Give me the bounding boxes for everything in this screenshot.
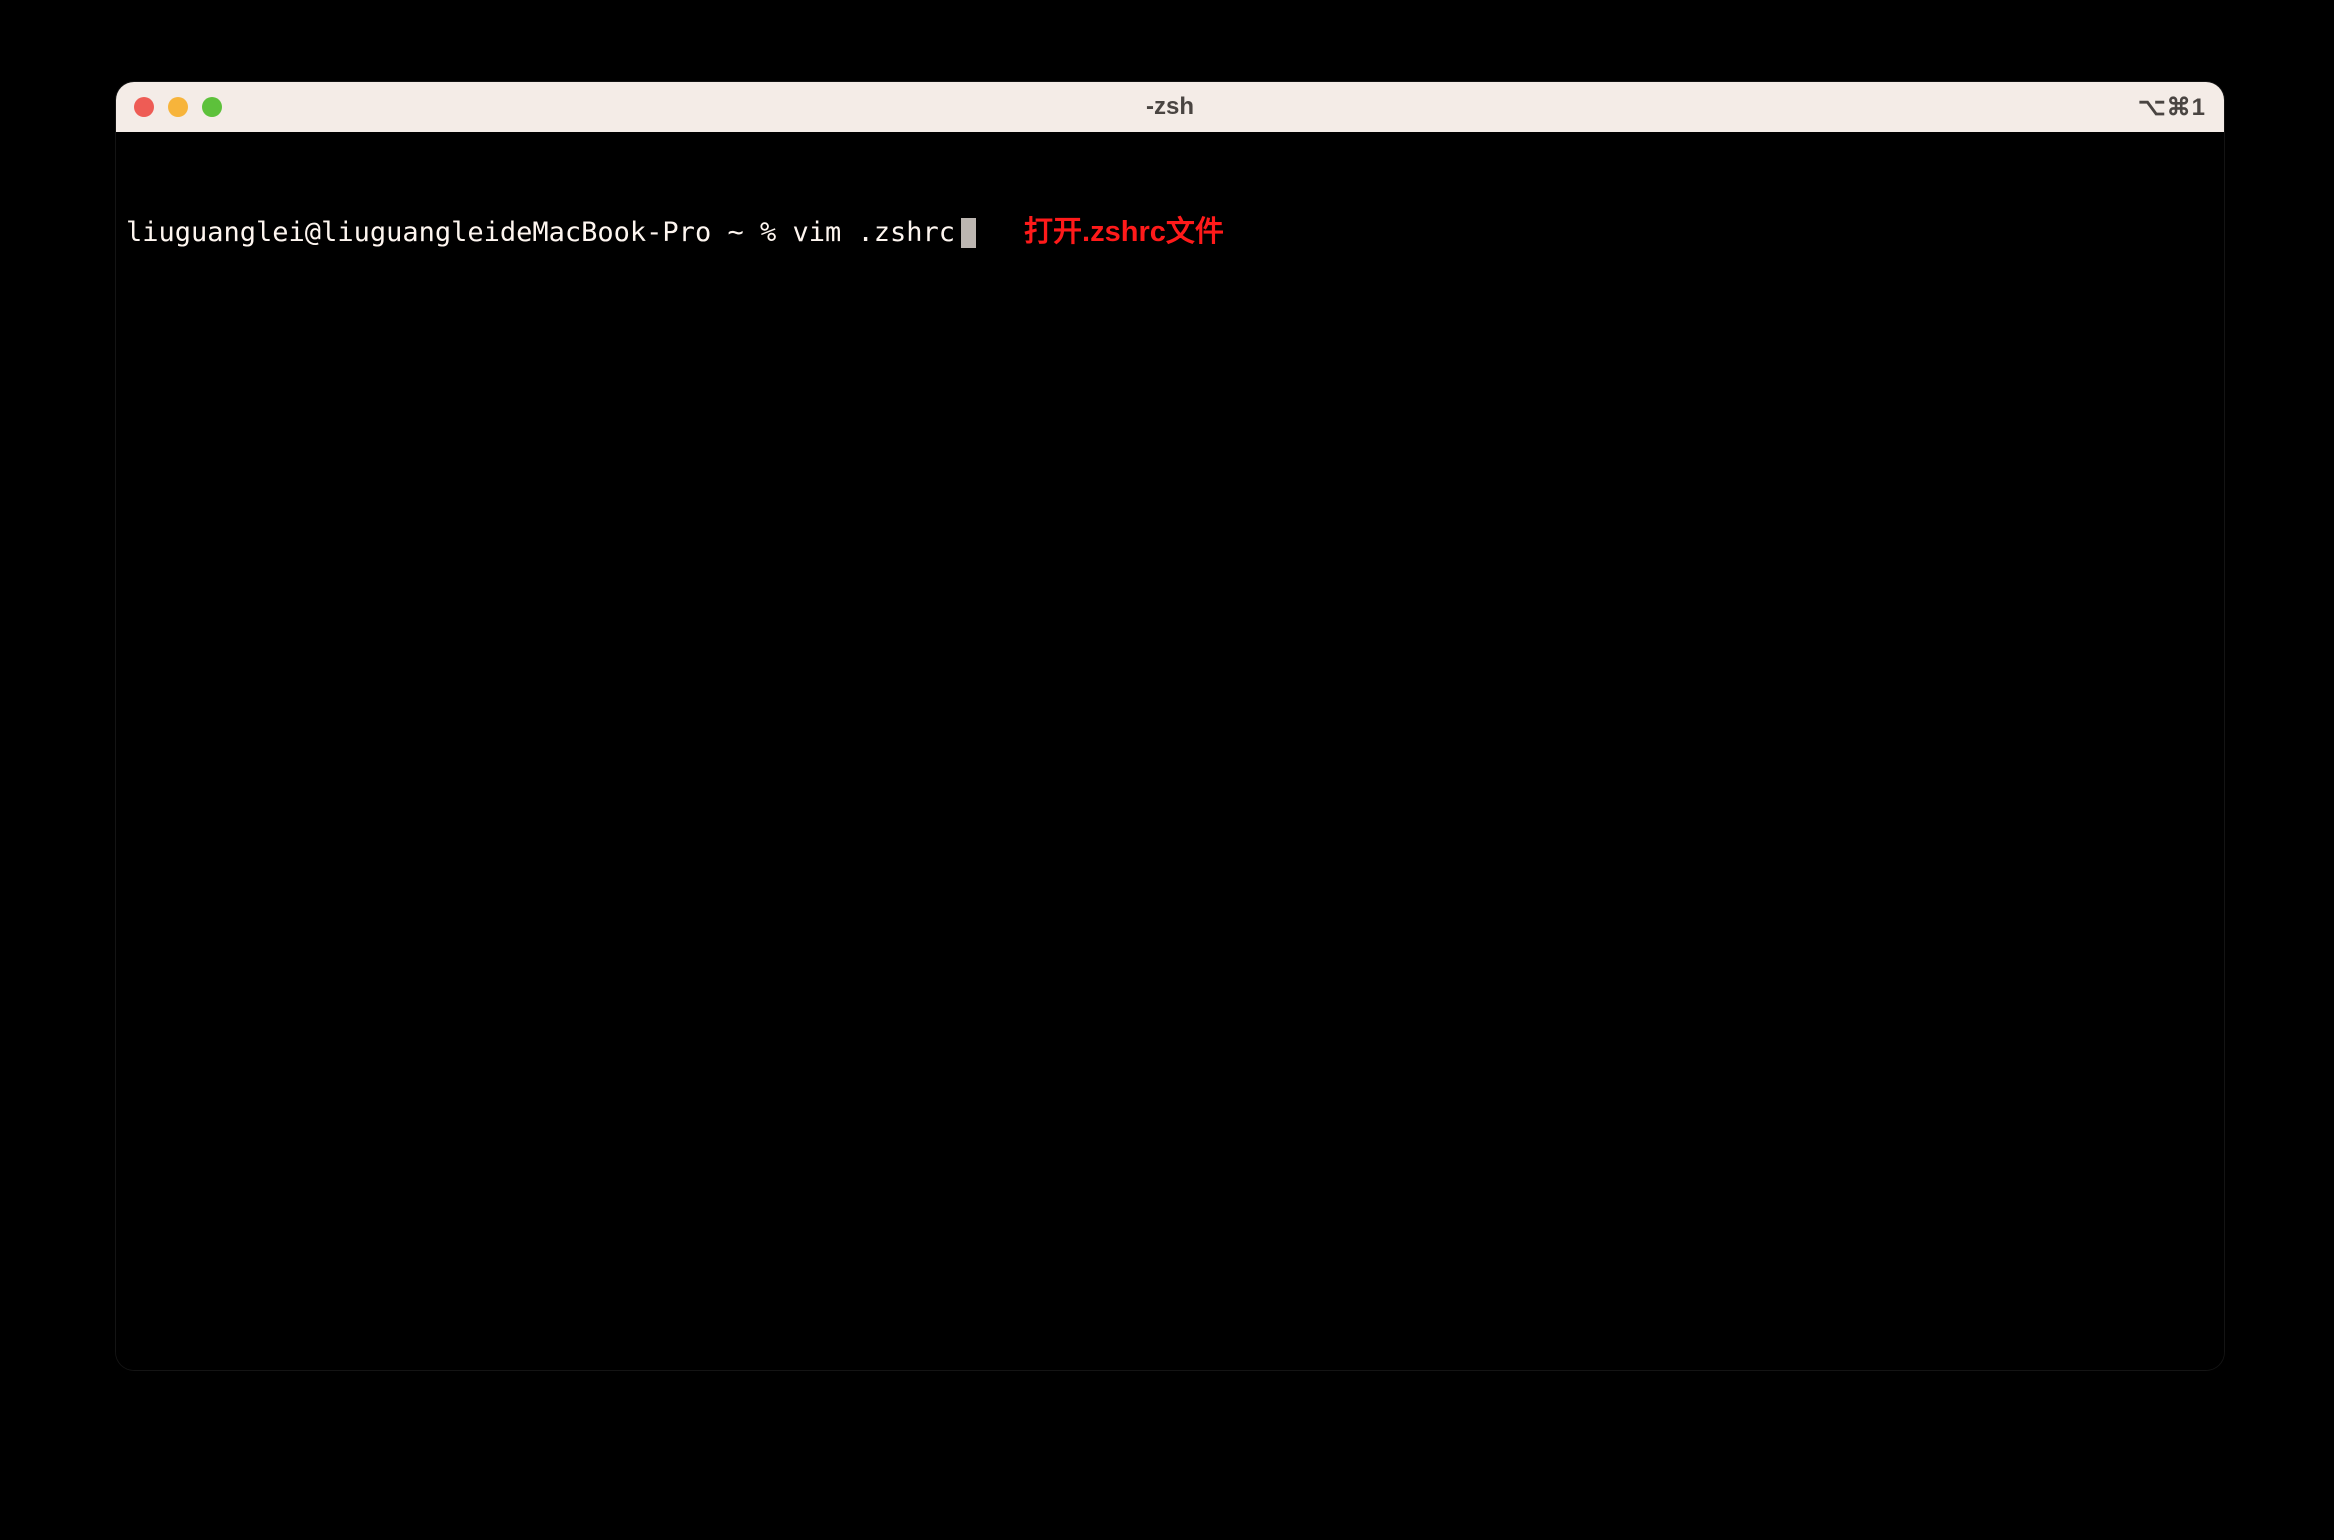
prompt-line: liuguanglei@liuguangleideMacBook-Pro ~ %… [126, 214, 2214, 252]
minimize-button[interactable] [168, 97, 188, 117]
terminal-body[interactable]: liuguanglei@liuguangleideMacBook-Pro ~ %… [116, 132, 2224, 1370]
window-title: -zsh [1146, 93, 1194, 121]
maximize-button[interactable] [202, 97, 222, 117]
command-text: vim .zshrc [792, 215, 955, 250]
traffic-lights [134, 97, 222, 117]
annotation-text: 打开.zshrc文件 [1024, 214, 1224, 252]
close-button[interactable] [134, 97, 154, 117]
shell-prompt: liuguanglei@liuguangleideMacBook-Pro ~ % [126, 215, 792, 250]
terminal-window: -zsh ⌥⌘1 liuguanglei@liuguangleideMacBoo… [116, 82, 2224, 1370]
titlebar[interactable]: -zsh ⌥⌘1 [116, 82, 2224, 132]
tab-indicator: ⌥⌘1 [2138, 93, 2206, 122]
cursor [961, 218, 976, 248]
